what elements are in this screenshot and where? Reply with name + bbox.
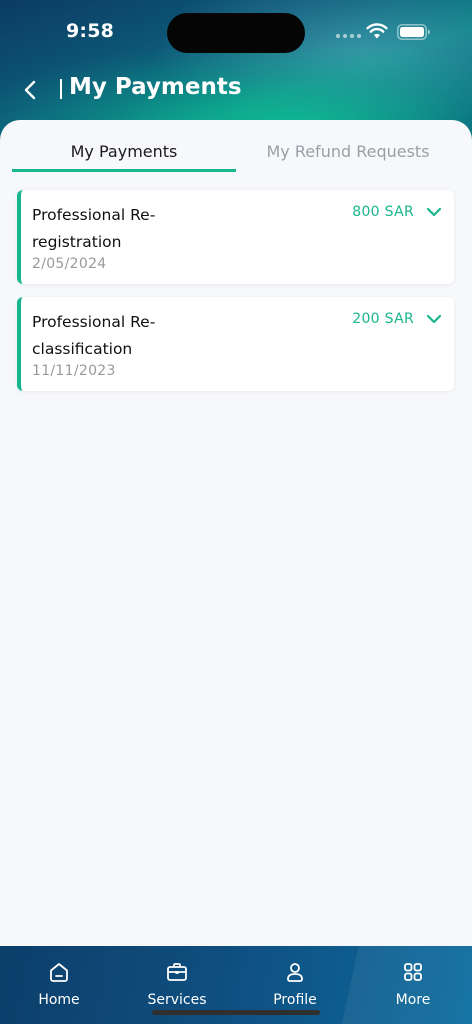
payment-card[interactable]: Professional Re- classification 11/11/20…: [17, 297, 454, 391]
status-time: 9:58: [66, 20, 115, 42]
status-bar: 9:58: [0, 0, 472, 60]
chevron-down-icon[interactable]: [426, 206, 442, 218]
cellular-signal-icon: [336, 34, 361, 38]
user-icon: [287, 963, 303, 982]
payment-title-line: registration: [32, 233, 122, 251]
wifi-icon: [366, 23, 388, 39]
payment-tabs: My Payments My Refund Requests: [12, 142, 460, 174]
grid-icon: [404, 963, 422, 981]
back-arrow-icon[interactable]: [20, 78, 42, 102]
nav-more[interactable]: More: [354, 946, 472, 1024]
chevron-down-icon[interactable]: [426, 313, 442, 325]
nav-label: Home: [38, 992, 80, 1008]
tab-my-refund-requests[interactable]: My Refund Requests: [236, 142, 460, 174]
briefcase-icon: [167, 963, 187, 981]
navigation-bar: My Payments: [0, 70, 472, 110]
nav-label: More: [395, 992, 431, 1008]
payment-date: 11/11/2023: [32, 363, 116, 379]
payment-amount: 200 SAR: [352, 311, 414, 327]
nav-home[interactable]: Home: [0, 946, 118, 1024]
payment-title: Professional Re- classification: [32, 309, 212, 363]
battery-icon: [397, 24, 430, 40]
home-icon: [50, 963, 68, 982]
active-tab-indicator: [12, 169, 236, 172]
payment-title: Professional Re- registration: [32, 202, 212, 256]
dynamic-island: [167, 13, 305, 53]
nav-label: Profile: [273, 992, 317, 1008]
page-title: My Payments: [69, 74, 242, 100]
payment-title-line: classification: [32, 340, 133, 358]
payment-amount: 800 SAR: [352, 204, 414, 220]
payment-card[interactable]: Professional Re- registration 2/05/2024 …: [17, 190, 454, 284]
payment-date: 2/05/2024: [32, 256, 107, 272]
payment-title-line: Professional Re-: [32, 206, 156, 224]
title-divider: [60, 79, 62, 99]
nav-label: Services: [147, 992, 207, 1008]
home-indicator[interactable]: [152, 1010, 320, 1015]
main-content: My Payments My Refund Requests Professio…: [0, 120, 472, 950]
payment-title-line: Professional Re-: [32, 313, 156, 331]
